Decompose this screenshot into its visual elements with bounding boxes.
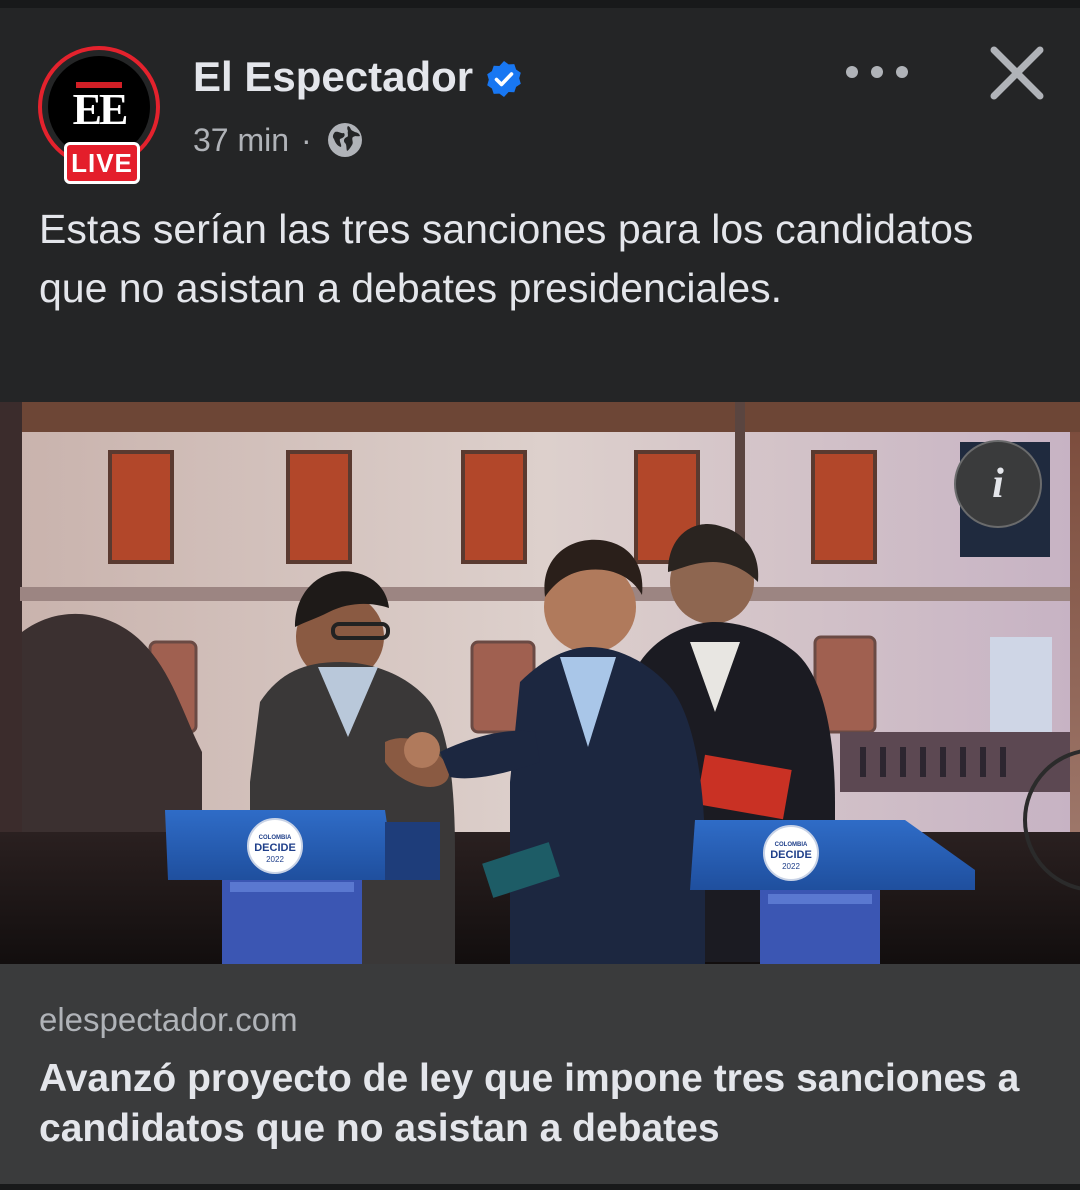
meta-separator: ·	[301, 122, 312, 158]
debate-photo: COLOMBIA DECIDE 2022 COLOMBIA DECIDE 202…	[0, 402, 1080, 964]
podium-text-top: COLOMBIA	[259, 835, 292, 841]
podium-text-main: DECIDE	[770, 849, 812, 861]
post-image[interactable]: COLOMBIA DECIDE 2022 COLOMBIA DECIDE 202…	[0, 402, 1080, 964]
post-meta: 37 min ·	[193, 118, 364, 162]
live-badge: LIVE	[64, 142, 140, 184]
podium-text-top: COLOMBIA	[775, 842, 808, 848]
top-edge	[0, 0, 1080, 8]
bottom-edge	[0, 1184, 1080, 1190]
more-dot-icon	[846, 66, 858, 78]
page-name-link[interactable]: El Espectador	[193, 52, 473, 102]
podium-text-main: DECIDE	[254, 842, 296, 854]
link-title[interactable]: Avanzó proyecto de ley que impone tres s…	[39, 1054, 1059, 1154]
link-domain: elespectador.com	[39, 1001, 298, 1038]
more-dot-icon	[896, 66, 908, 78]
verified-badge-icon	[487, 61, 521, 97]
podium-text-year: 2022	[782, 862, 800, 871]
post-text: Estas serían las tres sanciones para los…	[39, 206, 974, 311]
close-icon[interactable]	[986, 42, 1048, 104]
page-avatar[interactable]: EE LIVE	[38, 46, 166, 186]
logo-text: EE	[72, 85, 129, 134]
globe-icon[interactable]	[326, 121, 364, 159]
podium-text-year: 2022	[266, 855, 284, 864]
more-dot-icon	[871, 66, 883, 78]
info-button[interactable]: i	[954, 440, 1042, 528]
post-time[interactable]: 37 min	[193, 118, 289, 162]
more-options-button[interactable]	[842, 56, 912, 88]
